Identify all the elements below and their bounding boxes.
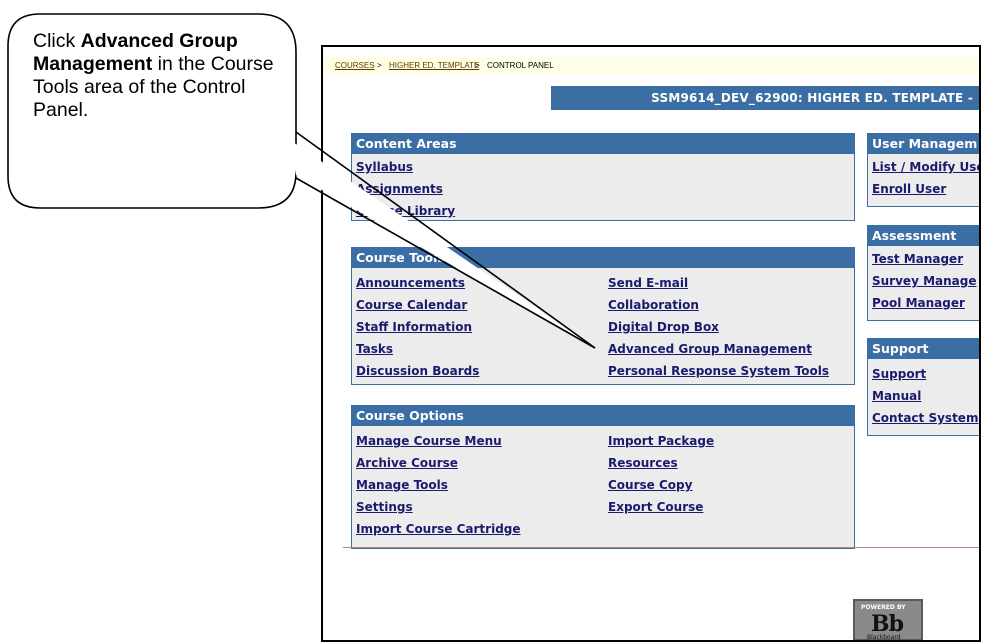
callout-text-before: Click <box>33 30 81 52</box>
callout-instruction: Click Advanced Group Management in the C… <box>33 30 293 122</box>
